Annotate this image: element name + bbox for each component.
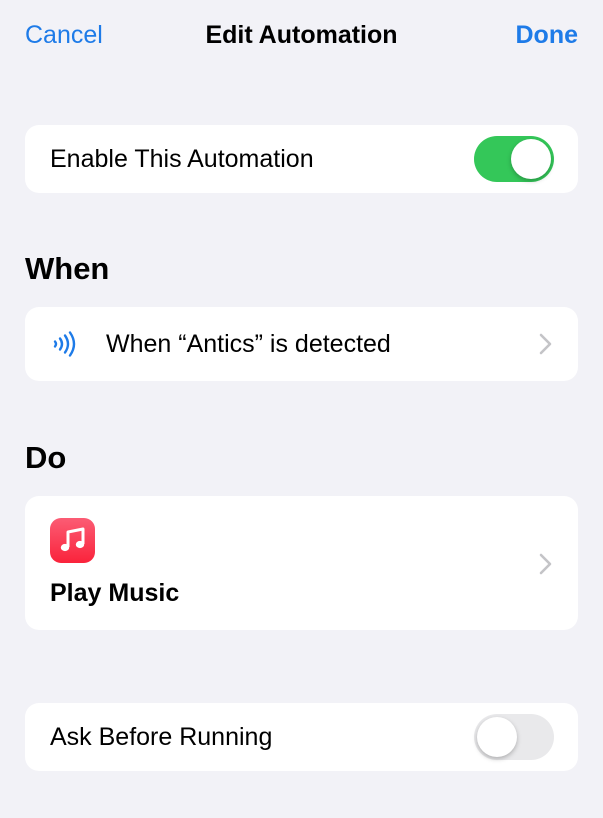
enable-automation-label: Enable This Automation <box>50 145 314 173</box>
music-app-icon <box>50 518 95 563</box>
chevron-right-icon <box>538 552 554 576</box>
ask-before-running-label: Ask Before Running <box>50 723 273 751</box>
ask-before-running-toggle[interactable] <box>474 714 554 760</box>
toggle-knob <box>511 139 551 179</box>
do-action-label: Play Music <box>50 579 180 607</box>
do-action-row[interactable]: Play Music <box>25 496 578 630</box>
page-title: Edit Automation <box>205 21 398 49</box>
navigation-bar: Cancel Edit Automation Done <box>0 0 603 72</box>
chevron-right-icon <box>538 332 554 356</box>
when-trigger-label: When “Antics” is detected <box>106 330 391 358</box>
when-section-title: When <box>25 251 110 286</box>
ask-before-running-row: Ask Before Running <box>25 703 578 771</box>
nfc-wave-icon <box>50 331 78 362</box>
when-trigger-row[interactable]: When “Antics” is detected <box>25 307 578 381</box>
done-button[interactable]: Done <box>516 18 579 52</box>
do-section-title: Do <box>25 440 67 475</box>
enable-automation-row: Enable This Automation <box>25 125 578 193</box>
toggle-knob <box>477 717 517 757</box>
enable-automation-toggle[interactable] <box>474 136 554 182</box>
